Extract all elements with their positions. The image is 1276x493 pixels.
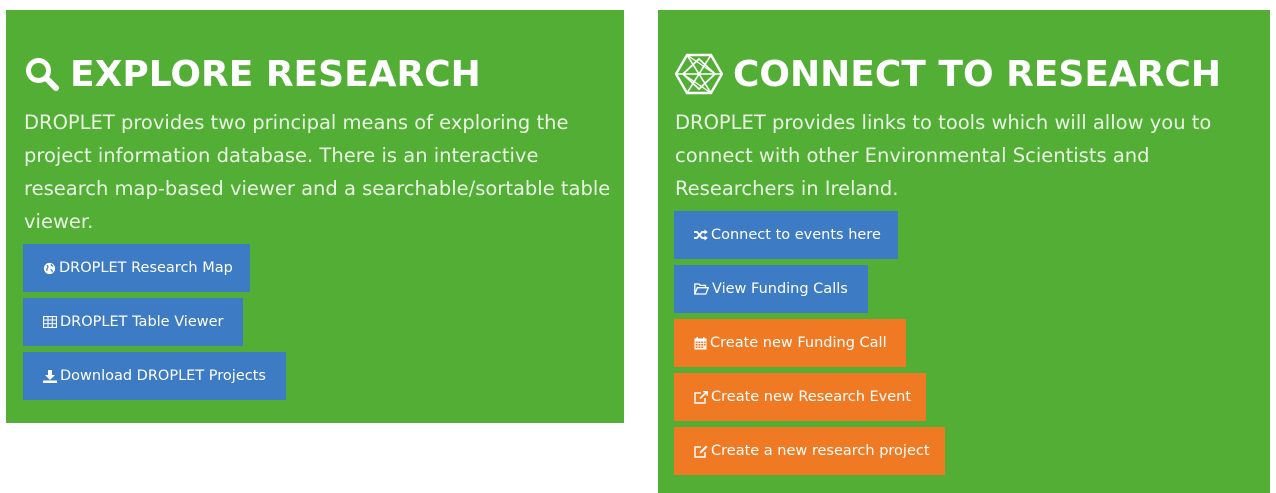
explore-button-list: DROPLET Research Map DROPLET Table Viewe… — [23, 244, 624, 406]
folder-open-icon — [694, 282, 709, 297]
explore-research-description: DROPLET provides two principal means of … — [24, 111, 611, 233]
connect-to-events-label: Connect to events here — [711, 227, 881, 243]
edit-icon — [694, 444, 708, 459]
droplet-research-map-label: DROPLET Research Map — [59, 260, 233, 276]
table-icon — [43, 315, 57, 330]
create-new-research-event-label: Create new Research Event — [711, 389, 912, 405]
globe-icon — [43, 261, 56, 276]
calendar-icon — [694, 336, 707, 351]
create-new-research-project-label: Create a new research project — [711, 443, 930, 459]
droplet-table-viewer-label: DROPLET Table Viewer — [60, 314, 224, 330]
create-new-research-project-button[interactable]: Create a new research project — [674, 427, 945, 475]
connect-button-list: Connect to events here View Funding Call… — [674, 211, 1270, 481]
droplet-table-viewer-button[interactable]: DROPLET Table Viewer — [23, 298, 243, 346]
connect-research-title: CONNECT TO RESEARCH — [675, 53, 1270, 95]
create-new-funding-call-label: Create new Funding Call — [710, 335, 887, 351]
create-new-research-event-button[interactable]: Create new Research Event — [674, 373, 926, 421]
connect-research-title-text: CONNECT TO RESEARCH — [733, 53, 1222, 95]
connect-research-panel: CONNECT TO RESEARCH DROPLET provides lin… — [658, 10, 1270, 493]
download-droplet-projects-button[interactable]: Download DROPLET Projects — [23, 352, 286, 400]
network-icon — [675, 53, 723, 95]
connect-to-events-button[interactable]: Connect to events here — [674, 211, 898, 259]
view-funding-calls-label: View Funding Calls — [712, 281, 848, 297]
view-funding-calls-button[interactable]: View Funding Calls — [674, 265, 868, 313]
download-icon — [43, 369, 57, 384]
explore-research-title-text: EXPLORE RESEARCH — [70, 53, 481, 95]
shuffle-icon — [694, 228, 708, 243]
explore-research-panel: EXPLORE RESEARCH DROPLET provides two pr… — [6, 10, 624, 423]
explore-research-title: EXPLORE RESEARCH — [24, 53, 624, 95]
external-edit-icon — [694, 390, 708, 405]
search-icon — [24, 56, 60, 92]
connect-research-description: DROPLET provides links to tools which wi… — [675, 111, 1212, 200]
droplet-research-map-button[interactable]: DROPLET Research Map — [23, 244, 250, 292]
create-new-funding-call-button[interactable]: Create new Funding Call — [674, 319, 906, 367]
download-droplet-projects-label: Download DROPLET Projects — [60, 368, 266, 384]
